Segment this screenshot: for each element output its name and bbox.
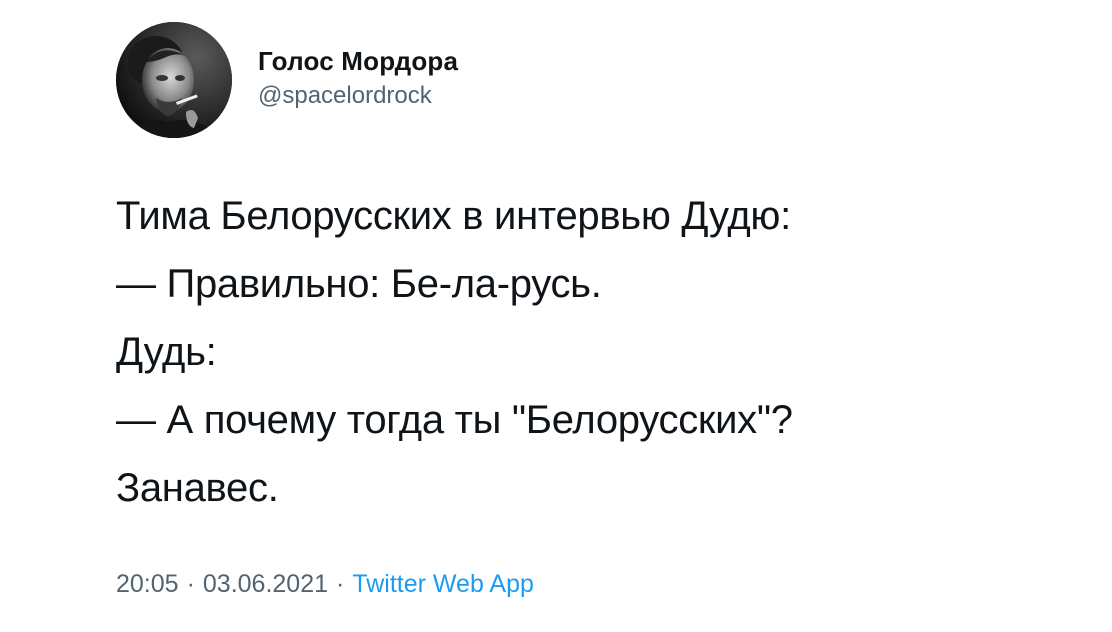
tweet-source-link[interactable]: Twitter Web App xyxy=(352,570,534,598)
tweet-meta: 20:05 · 03.06.2021 · Twitter Web App xyxy=(116,566,534,602)
author-info: Голос Мордора @spacelordrock xyxy=(258,44,458,112)
tweet-line: Дудь: xyxy=(116,330,217,374)
tweet-line: — Правильно: Бе-ла-русь. xyxy=(116,262,602,306)
tweet-header: Голос Мордора @spacelordrock xyxy=(116,22,458,138)
author-handle[interactable]: @spacelordrock xyxy=(258,80,458,112)
author-display-name[interactable]: Голос Мордора xyxy=(258,44,458,78)
tweet-date[interactable]: 03.06.2021 xyxy=(203,570,328,598)
tweet-line: Занавес. xyxy=(116,466,279,510)
tweet-line: Тима Белорусских в интервью Дудю: xyxy=(116,194,791,238)
tweet-line: — А почему тогда ты "Белорусских"? xyxy=(116,398,793,442)
meta-separator: · xyxy=(336,570,345,598)
avatar[interactable] xyxy=(116,22,232,138)
profile-photo-icon xyxy=(116,22,232,138)
tweet-time[interactable]: 20:05 xyxy=(116,570,179,598)
tweet-text: Тима Белорусских в интервью Дудю: — Прав… xyxy=(116,182,1016,522)
tweet-card: Голос Мордора @spacelordrock Тима Белору… xyxy=(0,0,1112,632)
meta-separator: · xyxy=(186,570,195,598)
